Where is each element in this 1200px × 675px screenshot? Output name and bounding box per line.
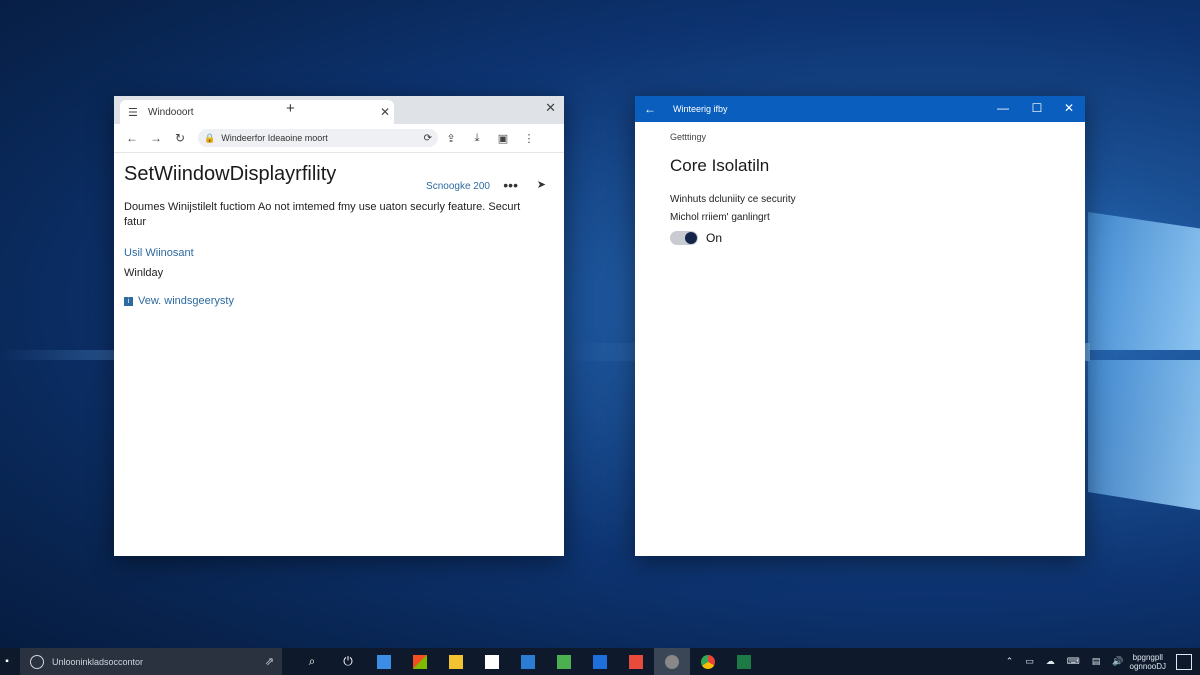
toggle-knob	[685, 232, 697, 244]
menu-icon[interactable]: ☰	[128, 106, 142, 119]
app-icon-5[interactable]	[510, 648, 546, 675]
forward-arrow-icon[interactable]: →	[144, 131, 168, 145]
excel-icon[interactable]	[726, 648, 762, 675]
refresh-icon[interactable]: ↻	[168, 131, 192, 145]
send-icon[interactable]: ➤	[537, 178, 546, 191]
app-icon-9[interactable]	[654, 648, 690, 675]
browser-toolbar: ← → ↻ 🔒 Windeerfor Ideaoine moort ⟳ ⇪ ⤓ …	[114, 124, 564, 153]
settings-titlebar: ← Winteerig ifby — ☐ ✕	[635, 96, 1085, 122]
clock-date: ognnooDJ	[1129, 661, 1166, 671]
keyboard-icon[interactable]: ⌨	[1067, 656, 1080, 667]
breadcrumb[interactable]: Getttingy	[670, 132, 1085, 142]
setting-name-label: Michol rriiem' ganlingrt	[670, 212, 770, 223]
tab-close-icon[interactable]: ✕	[376, 105, 394, 119]
browser-tabstrip: ☰ Windooort ✕ + ✕	[114, 96, 564, 124]
settings-heading: Core Isolatiln	[670, 156, 770, 175]
taskbar: ▪ Unlooninkladsoccontor ⇗ ⌕ ⏻ ⌃ ▭ ☁ ⌨ ▤ …	[0, 648, 1200, 675]
address-text: Windeerfor Ideaoine moort	[221, 133, 328, 143]
page-link-secondary-label: Vew. windsgeerysty	[138, 295, 234, 307]
back-arrow-icon[interactable]: ←	[635, 102, 665, 116]
address-bar[interactable]: 🔒 Windeerfor Ideaoine moort ⟳	[198, 129, 438, 147]
display-icon[interactable]: ▭	[1025, 656, 1034, 667]
taskbar-search[interactable]: Unlooninkladsoccontor ⇗	[20, 648, 282, 675]
network-icon[interactable]: ▤	[1092, 656, 1101, 667]
file-explorer-icon[interactable]	[438, 648, 474, 675]
taskbar-apps: ⌕ ⏻	[294, 648, 762, 675]
back-arrow-icon[interactable]: ←	[120, 131, 144, 145]
lock-icon: 🔒	[204, 132, 216, 143]
settings-description: Winhuts dcluniity ce security	[670, 194, 796, 205]
minimize-button[interactable]: —	[995, 101, 1011, 115]
close-button[interactable]: ✕	[1061, 101, 1077, 115]
wallpaper-logo-pane-top	[1088, 212, 1200, 350]
page-link-primary[interactable]: Usil Wiinosant	[124, 247, 554, 259]
app-icon-4[interactable]	[474, 648, 510, 675]
download-icon[interactable]: ⤓	[464, 132, 490, 145]
settings-body: Getttingy Core Isolatiln Winhuts dclunii…	[635, 132, 1085, 245]
search-placeholder: Unlooninkladsoccontor	[52, 656, 144, 667]
app-icon-2[interactable]	[402, 648, 438, 675]
system-tray: ⌃ ▭ ☁ ⌨ ▤ 🔊 bpgngpll ognnooDJ	[1000, 653, 1200, 671]
clock-time: bpgngpll	[1132, 652, 1163, 662]
notification-icon[interactable]	[1176, 653, 1192, 670]
toggle-row: On	[670, 231, 1085, 245]
sidebar-icon[interactable]: ▣	[490, 132, 516, 145]
more-options-icon[interactable]: •••	[503, 177, 518, 193]
maximize-button[interactable]: ☐	[1029, 101, 1045, 115]
reader-icon[interactable]: ⟳	[424, 133, 432, 144]
app-icon-8[interactable]	[618, 648, 654, 675]
browser-window: ☰ Windooort ✕ + ✕ ← → ↻ 🔒 Windeerfor Ide…	[114, 96, 564, 556]
settings-window: ← Winteerig ifby — ☐ ✕ Getttingy Core Is…	[635, 96, 1085, 556]
more-vertical-icon[interactable]: ⋮	[516, 132, 542, 145]
page-description: Doumes Winijstilelt fuctiom Ao not imtem…	[124, 201, 521, 228]
app-icon-6[interactable]	[546, 648, 582, 675]
extension-icon[interactable]: ⇪	[438, 132, 464, 145]
wallpaper-logo-pane-bottom	[1088, 360, 1200, 510]
page-meta-link[interactable]: Scnoogke 200	[426, 181, 490, 192]
start-button[interactable]: ▪	[0, 648, 14, 675]
memory-integrity-toggle[interactable]	[670, 231, 698, 245]
new-tab-button[interactable]: +	[286, 100, 295, 117]
search-icon	[30, 654, 44, 669]
window-close-button[interactable]: ✕	[545, 100, 556, 116]
taskbar-clock[interactable]: bpgngpll ognnooDJ	[1130, 653, 1166, 671]
app-icon-7[interactable]	[582, 648, 618, 675]
cortana-icon[interactable]: ⌕	[294, 648, 330, 675]
wallpaper-light-beam-left	[0, 350, 115, 360]
chevron-up-icon[interactable]: ⌃	[1006, 656, 1014, 667]
toggle-state-label: On	[706, 231, 723, 245]
page-link-secondary[interactable]: i Vew. windsgeerysty	[124, 295, 554, 307]
page-content: SetWiindowDisplayrfility Scnoogke 200 ••…	[114, 163, 564, 307]
browser-tab[interactable]: ☰ Windooort ✕	[120, 100, 394, 124]
power-icon[interactable]: ⏻	[330, 648, 366, 675]
cloud-icon[interactable]: ☁	[1046, 656, 1055, 667]
tab-title: Windooort	[148, 106, 194, 118]
settings-window-title: Winteerig ifby	[673, 104, 728, 114]
chrome-icon[interactable]	[690, 648, 726, 675]
volume-icon[interactable]: 🔊	[1112, 656, 1123, 667]
app-icon-1[interactable]	[366, 648, 402, 675]
microphone-icon[interactable]: ⇗	[265, 655, 274, 668]
link-info-icon: i	[124, 296, 133, 306]
page-subtext: Winlday	[124, 267, 164, 279]
